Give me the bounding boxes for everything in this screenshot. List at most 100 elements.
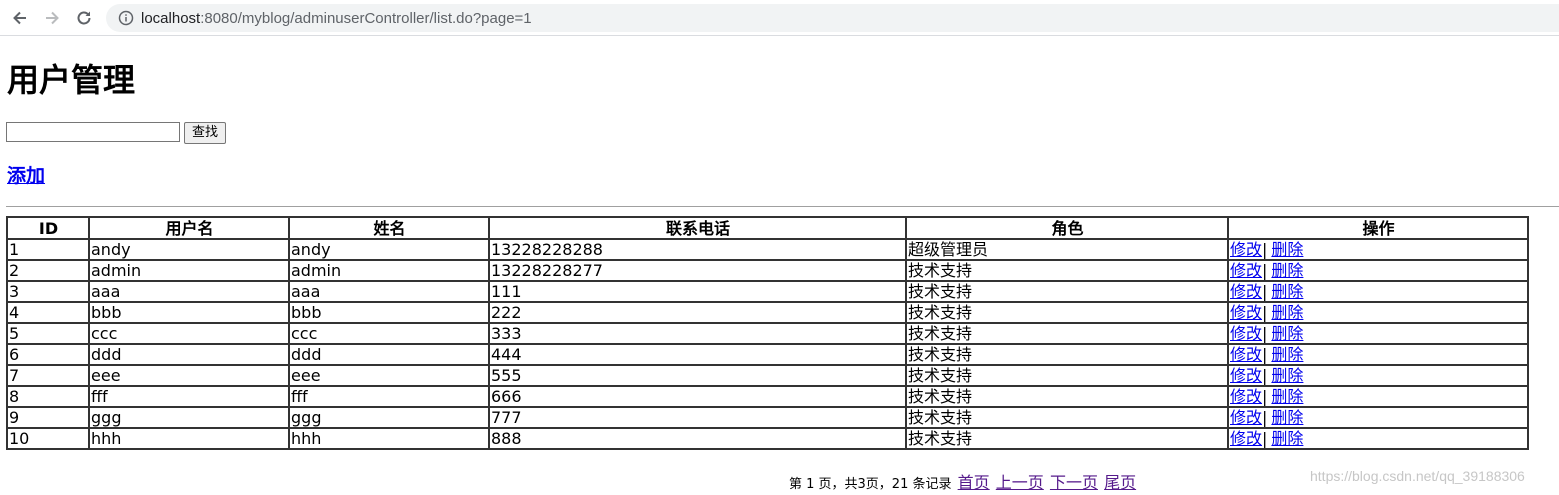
edit-link[interactable]: 修改 [1230,303,1262,322]
cell-username: aaa [88,280,290,303]
cell-phone: 111 [488,280,907,303]
watermark: https://blog.csdn.net/qq_39188306 [1310,468,1525,484]
cell-username: fff [88,385,290,408]
cell-phone: 444 [488,343,907,366]
back-arrow-icon [13,11,26,25]
delete-link[interactable]: 删除 [1271,387,1303,406]
edit-link[interactable]: 修改 [1230,282,1262,301]
reload-icon [77,11,91,25]
table-row: 5 ccc ccc 333 技术支持 修改| 删除 [6,322,1529,345]
cell-name: andy [288,238,490,261]
cell-role: 技术支持 [905,427,1229,450]
cell-username: ggg [88,406,290,429]
users-table: ID 用户名 姓名 联系电话 角色 操作 1 andy andy 1322822828… [6,216,1529,450]
cell-username: ddd [88,343,290,366]
cell-actions: 修改| 删除 [1227,238,1529,261]
header-role: 角色 [905,216,1229,240]
header-username: 用户名 [88,216,290,240]
table-row: 4 bbb bbb 222 技术支持 修改| 删除 [6,301,1529,324]
forward-button[interactable] [39,5,65,31]
cell-actions: 修改| 删除 [1227,364,1529,387]
last-page-link[interactable]: 尾页 [1104,473,1136,492]
address-bar[interactable]: localhost:8080/myblog/adminuserControlle… [106,4,1559,32]
cell-role: 技术支持 [905,280,1229,303]
back-button[interactable] [7,5,33,31]
cell-phone: 666 [488,385,907,408]
delete-link[interactable]: 删除 [1271,240,1303,259]
cell-actions: 修改| 删除 [1227,343,1529,366]
edit-link[interactable]: 修改 [1230,366,1262,385]
cell-phone: 888 [488,427,907,450]
reload-button[interactable] [71,5,97,31]
cell-phone: 777 [488,406,907,429]
edit-link[interactable]: 修改 [1230,261,1262,280]
cell-role: 技术支持 [905,343,1229,366]
cell-name: admin [288,259,490,282]
cell-actions: 修改| 删除 [1227,301,1529,324]
cell-username: bbb [88,301,290,324]
pagination-summary: 第 1 页，共3页，21 条记录 [789,477,952,492]
cell-role: 技术支持 [905,301,1229,324]
delete-link[interactable]: 删除 [1271,345,1303,364]
table-row: 6 ddd ddd 444 技术支持 修改| 删除 [6,343,1529,366]
delete-link[interactable]: 删除 [1271,261,1303,280]
cell-actions: 修改| 删除 [1227,280,1529,303]
add-user-link[interactable]: 添加 [7,164,45,188]
action-separator: | [1262,408,1268,427]
cell-username: andy [88,238,290,261]
delete-link[interactable]: 删除 [1271,324,1303,343]
action-separator: | [1262,261,1268,280]
cell-role: 技术支持 [905,322,1229,345]
cell-role: 技术支持 [905,385,1229,408]
cell-username: eee [88,364,290,387]
edit-link[interactable]: 修改 [1230,345,1262,364]
edit-link[interactable]: 修改 [1230,429,1262,448]
table-row: 2 admin admin 13228228277 技术支持 修改| 删除 [6,259,1529,282]
search-button[interactable]: 查找 [184,122,226,144]
table-row: 7 eee eee 555 技术支持 修改| 删除 [6,364,1529,387]
delete-link[interactable]: 删除 [1271,366,1303,385]
cell-actions: 修改| 删除 [1227,385,1529,408]
cell-id: 4 [6,301,90,324]
first-page-link[interactable]: 首页 [958,473,990,492]
forward-arrow-icon [46,11,59,25]
prev-page-link[interactable]: 上一页 [996,473,1044,492]
url-host: localhost [141,9,201,27]
search-input[interactable] [6,122,180,142]
cell-id: 1 [6,238,90,261]
cell-id: 9 [6,406,90,429]
cell-actions: 修改| 删除 [1227,259,1529,282]
table-row: 10 hhh hhh 888 技术支持 修改| 删除 [6,427,1529,450]
edit-link[interactable]: 修改 [1230,408,1262,427]
action-separator: | [1262,324,1268,343]
url-text[interactable]: localhost:8080/myblog/adminuserControlle… [141,10,532,27]
delete-link[interactable]: 删除 [1271,282,1303,301]
next-page-link[interactable]: 下一页 [1050,473,1098,492]
browser-toolbar: localhost:8080/myblog/adminuserControlle… [0,0,1559,36]
delete-link[interactable]: 删除 [1271,429,1303,448]
delete-link[interactable]: 删除 [1271,408,1303,427]
cell-phone: 222 [488,301,907,324]
delete-link[interactable]: 删除 [1271,303,1303,322]
cell-role: 技术支持 [905,406,1229,429]
action-separator: | [1262,429,1268,448]
cell-name: ddd [288,343,490,366]
horizontal-rule [6,206,1559,207]
cell-username: ccc [88,322,290,345]
cell-name: hhh [288,427,490,450]
cell-actions: 修改| 删除 [1227,406,1529,429]
table-header-row: ID 用户名 姓名 联系电话 角色 操作 [6,216,1529,240]
cell-name: aaa [288,280,490,303]
edit-link[interactable]: 修改 [1230,387,1262,406]
edit-link[interactable]: 修改 [1230,324,1262,343]
cell-id: 2 [6,259,90,282]
cell-phone: 333 [488,322,907,345]
cell-name: fff [288,385,490,408]
cell-role: 技术支持 [905,364,1229,387]
cell-id: 8 [6,385,90,408]
header-actions: 操作 [1227,216,1529,240]
action-separator: | [1262,345,1268,364]
info-icon[interactable] [118,10,134,26]
edit-link[interactable]: 修改 [1230,240,1262,259]
cell-name: eee [288,364,490,387]
